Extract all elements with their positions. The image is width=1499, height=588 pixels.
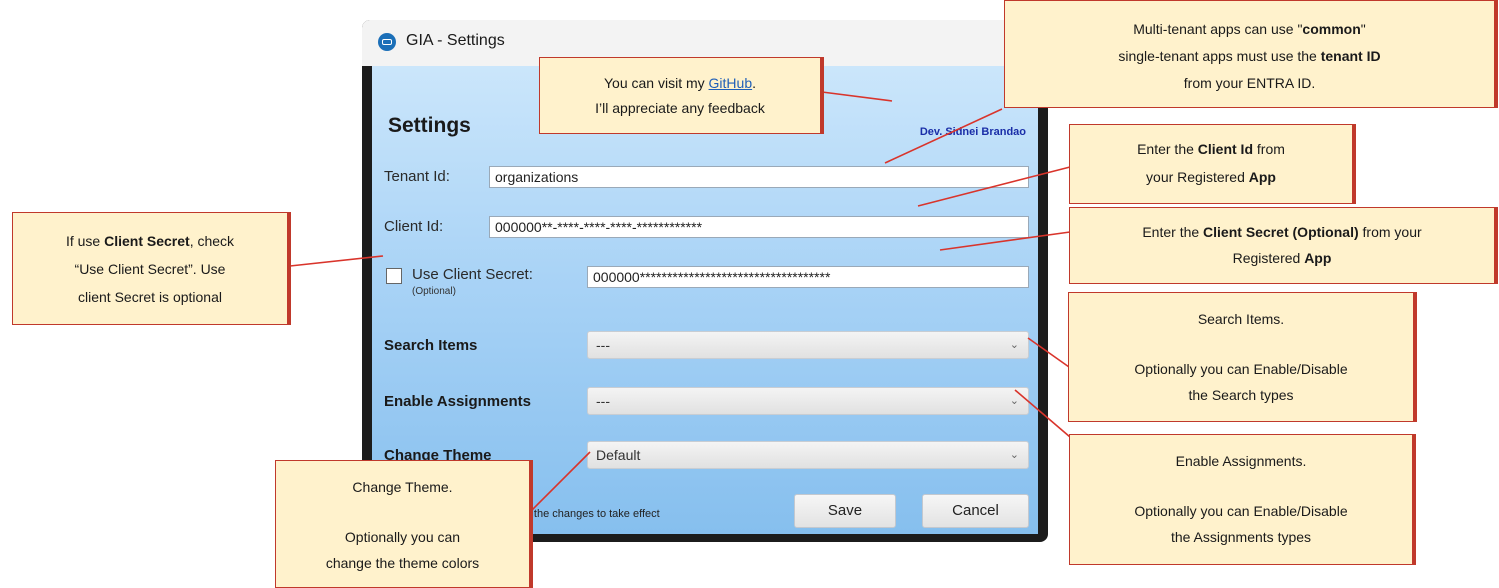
change-theme-value: Default: [596, 447, 641, 463]
enable-assignments-callout-line3: the Assignments types: [1170, 529, 1312, 545]
github-callout-text: You can visit my: [604, 75, 709, 91]
tenant-id-field[interactable]: organizations: [489, 166, 1029, 188]
tenant-callout-line2-bold: tenant ID: [1320, 48, 1381, 64]
tenant-id-label: Tenant Id:: [384, 168, 450, 185]
use-secret-callout-text-end: , check: [189, 233, 235, 249]
client-id-callout-text: Enter the: [1137, 141, 1198, 157]
enable-assignments-label: Enable Assignments: [384, 393, 531, 410]
save-button[interactable]: Save: [794, 494, 896, 528]
client-id-field[interactable]: 000000**-****-****-****-************: [489, 216, 1029, 238]
tenant-callout: Multi-tenant apps can use "common" singl…: [1004, 0, 1495, 108]
enable-assignments-callout-line1: Enable Assignments.: [1175, 453, 1307, 469]
client-secret-callout-line2: Registered: [1232, 250, 1305, 266]
client-secret-field[interactable]: 000000**********************************…: [587, 266, 1029, 288]
use-secret-callout-bold: Client Secret: [104, 233, 190, 249]
page-title: Settings: [388, 114, 471, 137]
github-callout-dot: .: [752, 75, 756, 91]
search-items-label: Search Items: [384, 337, 478, 354]
use-client-secret-label: Use Client Secret:: [412, 266, 533, 283]
client-secret-callout-text: Enter the: [1142, 224, 1204, 240]
client-secret-callout: Enter the Client Secret (Optional) from …: [1069, 207, 1495, 284]
app-icon: [378, 33, 396, 51]
change-theme-callout-line1: Change Theme.: [352, 479, 453, 495]
client-id-callout-text-end: from: [1253, 141, 1285, 157]
window-title: GIA - Settings: [406, 32, 505, 49]
tenant-callout-line2: single-tenant apps must use the: [1118, 48, 1321, 64]
client-id-callout-bold: Client Id: [1197, 141, 1254, 157]
change-theme-dropdown[interactable]: Default ⌄: [587, 441, 1029, 469]
chevron-down-icon: ⌄: [1009, 449, 1019, 461]
use-client-secret-checkbox[interactable]: [386, 268, 402, 284]
use-secret-callout-text: If use: [65, 233, 105, 249]
client-id-callout-line2-bold: App: [1248, 169, 1276, 185]
client-id-callout-line2: your Registered: [1146, 169, 1249, 185]
client-secret-callout-text-end: from your: [1358, 224, 1422, 240]
client-secret-callout-line2-bold: App: [1304, 250, 1332, 266]
tenant-callout-text-end: ": [1360, 21, 1366, 37]
client-id-label: Client Id:: [384, 218, 444, 235]
search-items-callout-line1: Search Items.: [1197, 311, 1285, 327]
use-secret-callout-line2: “Use Client Secret”. Use: [74, 261, 226, 277]
tenant-callout-bold: common: [1302, 21, 1361, 37]
use-secret-callout-line3: client Secret is optional: [78, 289, 222, 305]
github-callout-line2: I’ll appreciate any feedback: [595, 100, 765, 116]
use-secret-callout: If use Client Secret, check “Use Client …: [12, 212, 288, 325]
search-items-callout-line3: the Search types: [1188, 387, 1294, 403]
client-id-callout: Enter the Client Id from your Registered…: [1069, 124, 1353, 204]
change-theme-callout-line3: change the theme colors: [325, 555, 480, 571]
enable-assignments-callout: Enable Assignments. Optionally you can E…: [1069, 434, 1413, 565]
search-items-value: ---: [596, 337, 610, 353]
change-theme-callout: Change Theme. Optionally you can change …: [275, 460, 530, 588]
search-items-dropdown[interactable]: --- ⌄: [587, 331, 1029, 359]
client-secret-callout-bold: Client Secret (Optional): [1203, 224, 1359, 240]
tenant-callout-line3: from your ENTRA ID.: [1183, 75, 1316, 91]
search-items-callout-line2: Optionally you can Enable/Disable: [1134, 361, 1348, 377]
enable-assignments-callout-line2: Optionally you can Enable/Disable: [1134, 503, 1348, 519]
tenant-callout-text: Multi-tenant apps can use ": [1133, 21, 1303, 37]
developer-label: Dev. Sidnei Brandao: [919, 126, 1026, 138]
restart-note: for the changes to take effect: [518, 508, 660, 520]
cancel-button[interactable]: Cancel: [922, 494, 1029, 528]
enable-assignments-dropdown[interactable]: --- ⌄: [587, 387, 1029, 415]
search-items-callout: Search Items. Optionally you can Enable/…: [1068, 292, 1414, 422]
optional-label: (Optional): [412, 286, 456, 297]
chevron-down-icon: ⌄: [1009, 339, 1019, 351]
github-callout: You can visit my GitHub. I’ll appreciate…: [539, 57, 821, 134]
chevron-down-icon: ⌄: [1009, 395, 1019, 407]
enable-assignments-value: ---: [596, 393, 610, 409]
change-theme-callout-line2: Optionally you can: [344, 529, 461, 545]
github-link[interactable]: GitHub: [709, 75, 753, 91]
